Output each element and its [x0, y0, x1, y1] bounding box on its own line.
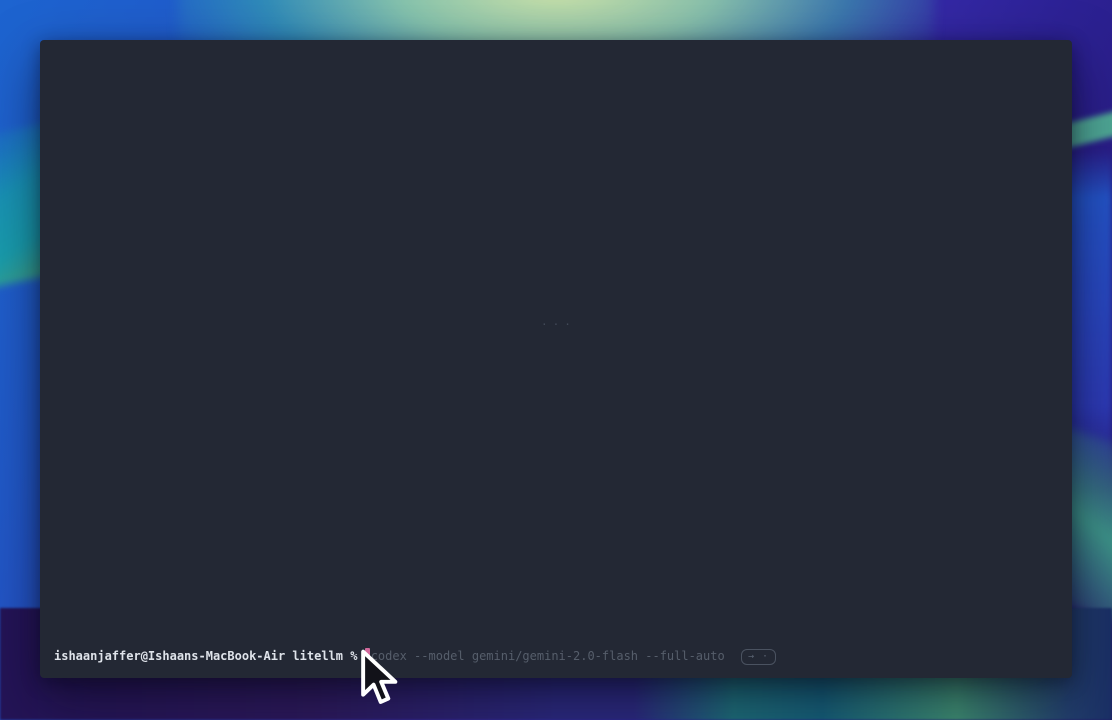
- prompt-symbol: %: [350, 649, 357, 663]
- desktop: ··· ishaanjaffer@Ishaans-MacBook-Air lit…: [0, 0, 1112, 720]
- command-autosuggestion: codex --model gemini/gemini-2.0-flash --…: [371, 649, 725, 663]
- autosuggestion-hint-box: → ·: [741, 649, 776, 665]
- prompt-user-host: ishaanjaffer@Ishaans-MacBook-Air: [54, 649, 285, 663]
- terminal-prompt-line[interactable]: ishaanjaffer@Ishaans-MacBook-Air litellm…: [54, 648, 1058, 665]
- prompt-directory: litellm: [292, 649, 343, 663]
- terminal-text-cursor: [365, 648, 370, 662]
- terminal-window[interactable]: ··· ishaanjaffer@Ishaans-MacBook-Air lit…: [40, 40, 1072, 678]
- terminal-loading-dots: ···: [541, 318, 576, 331]
